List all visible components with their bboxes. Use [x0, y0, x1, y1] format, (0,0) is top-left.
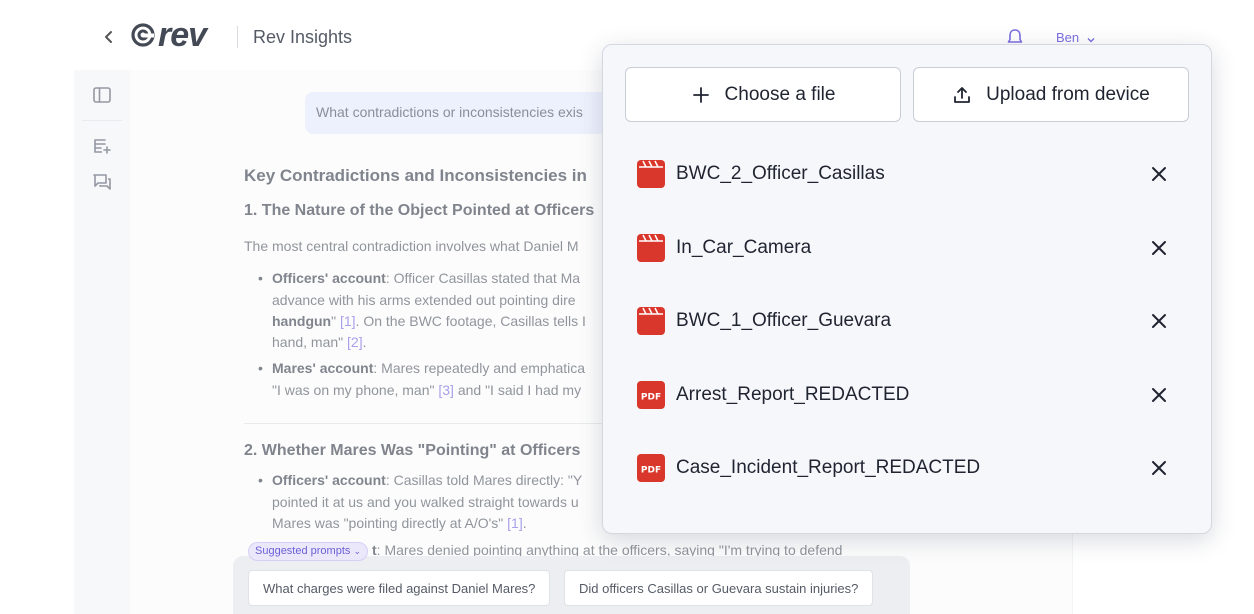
remove-file-icon[interactable]	[1149, 164, 1169, 184]
upload-device-label: Upload from device	[986, 83, 1150, 105]
file-item[interactable]: BWC_2_Officer_Casillas	[637, 159, 1177, 189]
file-name: Case_Incident_Report_REDACTED	[676, 457, 981, 478]
choose-file-label: Choose a file	[724, 83, 836, 105]
logo-text: rev	[158, 16, 207, 54]
file-item[interactable]: BWC_1_Officer_Guevara	[637, 306, 1177, 336]
remove-file-icon[interactable]	[1149, 458, 1169, 478]
suggested-prompts-tag[interactable]: Suggested prompts ⌄	[248, 542, 368, 561]
video-file-icon	[637, 234, 665, 262]
upload-icon	[954, 86, 971, 103]
suggested-prompt-button[interactable]: What charges were filed against Daniel M…	[248, 570, 551, 606]
rev-logo: rev	[130, 16, 207, 54]
file-name: In_Car_Camera	[676, 237, 812, 258]
remove-file-icon[interactable]	[1149, 311, 1169, 331]
remove-file-icon[interactable]	[1149, 238, 1169, 258]
file-item[interactable]: PDF Arrest_Report_REDACTED	[637, 380, 1177, 410]
rev-logo-mark-icon	[131, 23, 155, 47]
user-menu[interactable]: Ben	[1056, 30, 1079, 45]
file-name: BWC_1_Officer_Guevara	[676, 310, 892, 331]
header-divider	[237, 26, 238, 48]
pdf-file-icon: PDF	[637, 454, 665, 482]
upload-device-button[interactable]: Upload from device	[913, 67, 1189, 122]
video-file-icon	[637, 307, 665, 335]
choose-file-button[interactable]: Choose a file	[625, 67, 901, 122]
pdf-badge-text: PDF	[641, 466, 661, 476]
chevron-down-icon[interactable]	[1086, 32, 1096, 43]
file-picker-popup: Choose a file Upload from device BWC_2_O…	[602, 44, 1212, 534]
pdf-badge-text: PDF	[641, 393, 661, 403]
remove-file-icon[interactable]	[1149, 385, 1169, 405]
chevron-down-icon: ⌄	[353, 546, 361, 556]
suggested-prompts-label: Suggested prompts	[255, 545, 351, 557]
back-chevron-icon[interactable]	[100, 26, 118, 48]
app-title: Rev Insights	[253, 27, 353, 47]
file-item[interactable]: PDF Case_Incident_Report_REDACTED	[637, 453, 1177, 483]
suggested-prompt-button[interactable]: Did officers Casillas or Guevara sustain…	[564, 570, 874, 606]
plus-icon	[692, 86, 709, 103]
video-file-icon	[637, 160, 665, 188]
pdf-file-icon: PDF	[637, 381, 665, 409]
file-name: Arrest_Report_REDACTED	[676, 384, 910, 405]
file-name: BWC_2_Officer_Casillas	[676, 163, 885, 184]
file-item[interactable]: In_Car_Camera	[637, 233, 1177, 263]
